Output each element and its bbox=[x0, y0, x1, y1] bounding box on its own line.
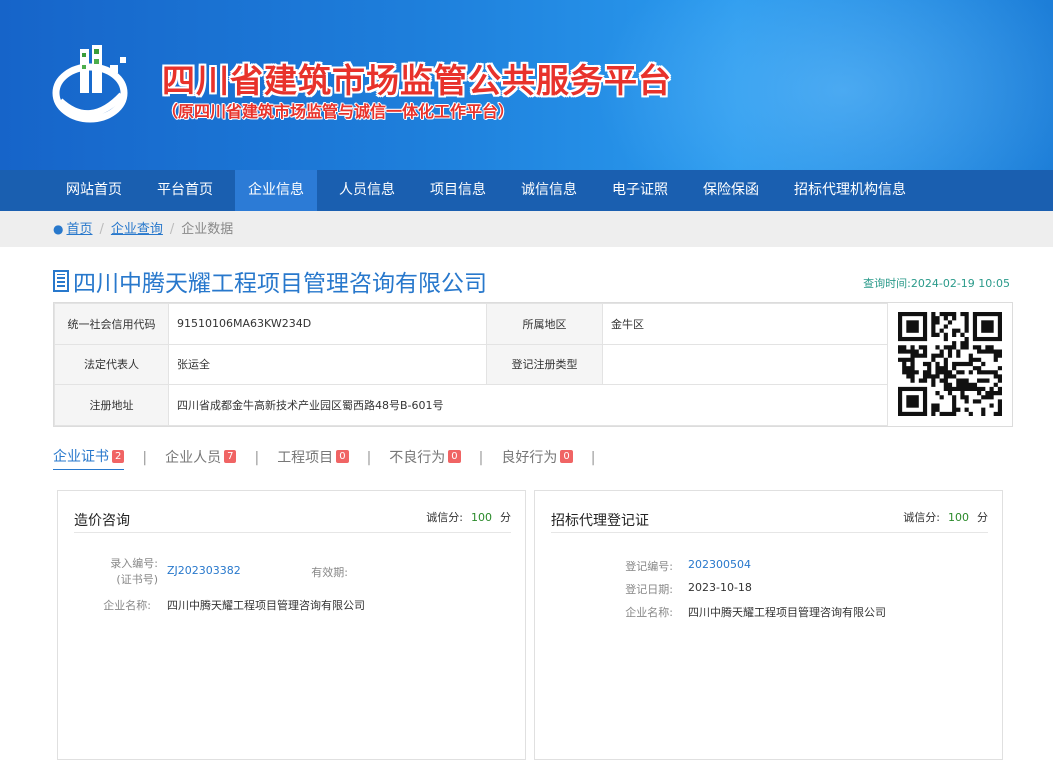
query-time: 查询时间:2024-02-19 10:05 bbox=[863, 277, 1010, 290]
count-badge: 7 bbox=[224, 450, 237, 463]
card-header: 招标代理登记证 诚信分: 100 分 bbox=[551, 507, 988, 533]
nav-item-insurance[interactable]: 保险保函 bbox=[690, 170, 772, 211]
tab-label: 企业证书 bbox=[53, 449, 109, 465]
certificate-name: 招标代理登记证 bbox=[551, 513, 649, 529]
company-row: 企业名称: 四川中腾天耀工程项目管理咨询有限公司 bbox=[535, 604, 1004, 620]
breadcrumb-current: 企业数据 bbox=[181, 222, 234, 237]
legal-rep-label: 法定代表人 bbox=[54, 343, 169, 386]
nav-item-e-license[interactable]: 电子证照 bbox=[599, 170, 681, 211]
tab-label: 良好行为 bbox=[501, 449, 558, 466]
detail-tabs: 企业证书 2 | 企业人员 7 | 工程项目 0 | 不良行为 0 | 良好行为 0 | bbox=[53, 446, 613, 470]
company-name: 四川中腾天耀工程项目管理咨询有限公司 bbox=[73, 271, 487, 297]
tab-enterprise-certificates[interactable]: 企业证书 2 bbox=[53, 446, 125, 470]
nav-item-project-info[interactable]: 项目信息 bbox=[417, 170, 499, 211]
tab-separator: | bbox=[478, 450, 484, 466]
breadcrumb-separator: / bbox=[169, 222, 175, 237]
legal-rep-value: 张运全 bbox=[168, 343, 487, 386]
reg-date-row: 登记日期: 2023-10-18 bbox=[535, 581, 1004, 597]
breadcrumb: ● 首页 / 企业查询 / 企业数据 bbox=[0, 211, 1053, 247]
region-value: 金牛区 bbox=[602, 303, 888, 345]
building-icon bbox=[53, 270, 69, 292]
reg-no-label: 登记编号: bbox=[625, 560, 673, 573]
count-badge: 0 bbox=[560, 450, 573, 463]
company-info-table: 统一社会信用代码 91510106MA63KW234D 所属地区 金牛区 法定代… bbox=[54, 303, 888, 426]
score-label: 诚信分: bbox=[903, 511, 940, 524]
company-value: 四川中腾天耀工程项目管理咨询有限公司 bbox=[167, 599, 365, 612]
score-value: 100 bbox=[471, 511, 492, 524]
company-row: 企业名称: 四川中腾天耀工程项目管理咨询有限公司 bbox=[58, 597, 527, 613]
score-label: 诚信分: bbox=[426, 511, 463, 524]
tab-bad-behavior[interactable]: 不良行为 0 bbox=[389, 447, 461, 470]
tab-separator: | bbox=[590, 450, 596, 466]
company-label: 企业名称: bbox=[625, 606, 673, 619]
breadcrumb-home-link[interactable]: 首页 bbox=[66, 222, 92, 237]
certificate-card-cost-consulting: 造价咨询 诚信分: 100 分 录入编号: (证书号) ZJ202303382 有效… bbox=[57, 490, 526, 760]
tab-enterprise-personnel[interactable]: 企业人员 7 bbox=[165, 447, 237, 470]
score-unit: 分 bbox=[500, 511, 511, 524]
cert-no-label: (证书号) bbox=[116, 573, 158, 586]
address-value: 四川省成都金牛高新技术产业园区蜀西路48号B-601号 bbox=[168, 384, 888, 426]
tab-engineering-projects[interactable]: 工程项目 0 bbox=[277, 447, 349, 470]
count-badge: 0 bbox=[336, 450, 349, 463]
credit-score: 诚信分: 100 分 bbox=[903, 509, 988, 525]
reg-no-link[interactable]: 202300504 bbox=[688, 558, 751, 571]
credit-code-value: 91510106MA63KW234D bbox=[168, 303, 487, 345]
certificate-name: 造价咨询 bbox=[74, 513, 130, 529]
entry-no-link[interactable]: ZJ202303382 bbox=[167, 564, 241, 577]
company-value: 四川中腾天耀工程项目管理咨询有限公司 bbox=[688, 606, 886, 619]
company-title: 四川中腾天耀工程项目管理咨询有限公司 bbox=[53, 264, 487, 298]
nav-item-personnel-info[interactable]: 人员信息 bbox=[326, 170, 408, 211]
card-header: 造价咨询 诚信分: 100 分 bbox=[74, 507, 511, 533]
reg-type-label: 登记注册类型 bbox=[486, 343, 603, 386]
certificate-card-bidding-agency: 招标代理登记证 诚信分: 100 分 登记编号: 202300504 登记日期: 2… bbox=[534, 490, 1003, 760]
company-label: 企业名称: bbox=[103, 599, 151, 612]
score-value: 100 bbox=[948, 511, 969, 524]
nav-item-bidding-agency[interactable]: 招标代理机构信息 bbox=[781, 170, 919, 211]
qr-code-icon bbox=[898, 312, 1002, 416]
nav-item-site-home[interactable]: 网站首页 bbox=[53, 170, 135, 211]
tab-label: 企业人员 bbox=[165, 449, 222, 466]
nav-item-enterprise-info[interactable]: 企业信息 bbox=[235, 170, 317, 211]
tab-separator: | bbox=[142, 450, 148, 466]
location-pin-icon: ● bbox=[53, 222, 64, 236]
company-info-panel: 统一社会信用代码 91510106MA63KW234D 所属地区 金牛区 法定代… bbox=[53, 302, 1013, 427]
credit-score: 诚信分: 100 分 bbox=[426, 509, 511, 525]
tab-label: 不良行为 bbox=[389, 449, 446, 466]
valid-label: 有效期: bbox=[311, 566, 348, 579]
count-badge: 2 bbox=[112, 449, 125, 463]
banner-subtitle: （原四川省建筑市场监管与诚信一体化工作平台） bbox=[162, 102, 515, 121]
nav-item-platform-home[interactable]: 平台首页 bbox=[144, 170, 226, 211]
reg-date-label: 登记日期: bbox=[625, 583, 673, 596]
nav-item-credit-info[interactable]: 诚信信息 bbox=[508, 170, 590, 211]
breadcrumb-query-link[interactable]: 企业查询 bbox=[111, 222, 163, 237]
entry-no-label: 录入编号: bbox=[110, 557, 158, 570]
region-label: 所属地区 bbox=[486, 303, 603, 345]
entry-no-row: 录入编号: (证书号) ZJ202303382 有效期: bbox=[58, 555, 527, 589]
credit-code-label: 统一社会信用代码 bbox=[54, 303, 169, 345]
score-unit: 分 bbox=[977, 511, 988, 524]
reg-type-value bbox=[602, 343, 888, 386]
tab-separator: | bbox=[254, 450, 260, 466]
tab-label: 工程项目 bbox=[277, 449, 334, 466]
reg-no-row: 登记编号: 202300504 bbox=[535, 558, 1004, 574]
count-badge: 0 bbox=[448, 450, 461, 463]
platform-logo-icon bbox=[52, 45, 128, 123]
tab-separator: | bbox=[366, 450, 372, 466]
tab-good-behavior[interactable]: 良好行为 0 bbox=[501, 447, 573, 470]
breadcrumb-separator: / bbox=[99, 222, 104, 237]
address-label: 注册地址 bbox=[54, 384, 169, 426]
banner-title: 四川省建筑市场监管公共服务平台 bbox=[162, 61, 672, 100]
reg-date-value: 2023-10-18 bbox=[688, 581, 752, 594]
header-banner: 四川省建筑市场监管公共服务平台 （原四川省建筑市场监管与诚信一体化工作平台） bbox=[0, 0, 1053, 170]
main-nav: 网站首页 平台首页 企业信息 人员信息 项目信息 诚信信息 电子证照 保险保函 … bbox=[0, 170, 1053, 211]
